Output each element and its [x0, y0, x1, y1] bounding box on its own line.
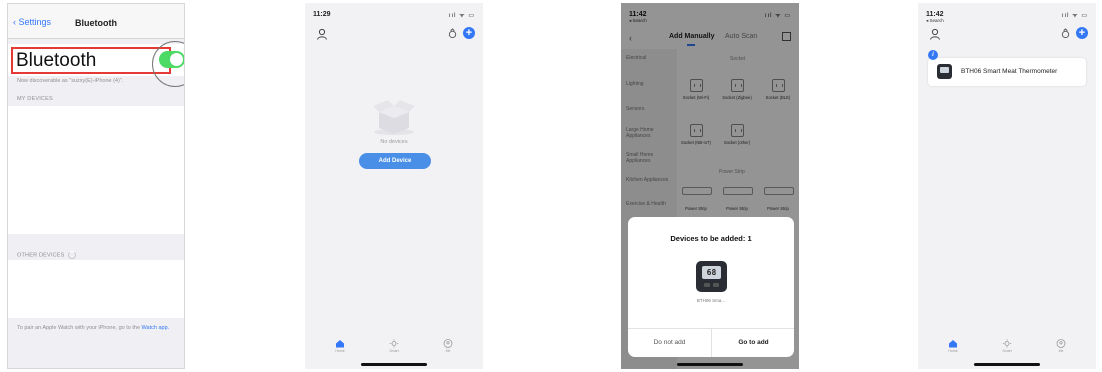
status-icons: ııl ᯤ ▭	[1061, 13, 1088, 19]
tab-home-label: Home	[335, 349, 345, 353]
home-indicator	[361, 363, 427, 366]
tab-smart-label: Smart	[389, 349, 399, 353]
thermometer-button	[704, 283, 710, 287]
me-face-icon	[1056, 339, 1066, 348]
do-not-add-button[interactable]: Do not add	[628, 329, 711, 357]
home-indicator	[974, 363, 1040, 366]
tab-me[interactable]: Me	[433, 339, 463, 353]
status-icons: ııl ᯤ ▭	[448, 13, 475, 19]
other-devices-label: OTHER DEVICES	[17, 252, 65, 259]
voice-assistant-icon[interactable]	[1060, 28, 1071, 39]
other-devices-list	[8, 260, 184, 318]
status-time: 11:42	[926, 11, 944, 18]
tab-smart[interactable]: Smart	[992, 339, 1022, 353]
found-device-name: BTH06 Sma...	[696, 298, 726, 303]
my-devices-list	[8, 106, 184, 234]
tab-home-label: Home	[948, 349, 958, 353]
add-device-button[interactable]: Add Device	[359, 153, 431, 169]
tab-smart[interactable]: Smart	[379, 339, 409, 353]
discoverable-text: Now discoverable as "suzxy(E)-iPhone (4)…	[17, 78, 124, 84]
add-manually-modal-screen: 11:42 ııl ᯤ ▭ ◂ Search ‹ Add Manually Au…	[621, 3, 799, 369]
voice-assistant-icon[interactable]	[447, 28, 458, 39]
app-empty-home-screen: 11:29 ııl ᯤ ▭ + No devices Add Device Ho…	[305, 3, 483, 369]
modal-actions: Do not add Go to add	[628, 328, 794, 357]
device-card[interactable]: BTH06 Smart Meat Thermometer	[928, 58, 1086, 86]
toggle-callout-circle	[152, 41, 184, 87]
smart-sun-icon	[389, 339, 399, 348]
tab-smart-label: Smart	[1002, 349, 1012, 353]
user-icon[interactable]	[929, 28, 941, 40]
thermometer-display: 68	[702, 266, 721, 279]
tab-me-label: Me	[1058, 349, 1064, 353]
nav-bar: ‹ Settings Bluetooth	[8, 4, 184, 39]
my-devices-header: MY DEVICES	[17, 96, 53, 102]
me-face-icon	[443, 339, 453, 348]
other-devices-header: OTHER DEVICES	[17, 251, 76, 259]
thermometer-device-icon	[937, 64, 952, 79]
home-icon	[336, 340, 344, 348]
loading-spinner-icon	[67, 251, 76, 259]
search-back-link[interactable]: ◂ Search	[926, 18, 944, 24]
add-device-plus-icon[interactable]: +	[1076, 27, 1088, 39]
device-card-name: BTH06 Smart Meat Thermometer	[961, 68, 1058, 75]
ios-bluetooth-settings-screen: ‹ Settings Bluetooth Bluetooth Now disco…	[7, 3, 185, 369]
app-device-list-screen: 11:42 ııl ᯤ ▭ ◂ Search + BTH06 Smart Mea…	[918, 3, 1096, 369]
thermometer-device-icon[interactable]: 68	[696, 261, 727, 292]
apple-watch-footnote: To pair an Apple Watch with your iPhone,…	[17, 324, 177, 332]
go-to-add-button[interactable]: Go to add	[712, 329, 794, 357]
tab-me[interactable]: Me	[1046, 339, 1076, 353]
thermometer-display	[940, 67, 949, 73]
empty-box-illustration-icon	[373, 100, 415, 135]
modal-title: Devices to be added: 1	[670, 234, 752, 243]
info-badge-icon: i	[928, 50, 938, 60]
no-devices-text: No devices	[380, 139, 408, 145]
devices-to-add-modal: Devices to be added: 1 68 BTH06 Sma... D…	[628, 217, 794, 357]
add-device-plus-icon[interactable]: +	[463, 27, 475, 39]
tab-home[interactable]: Home	[938, 339, 968, 353]
watch-app-link[interactable]: Watch app.	[142, 325, 170, 331]
user-icon[interactable]	[316, 28, 328, 40]
home-icon	[949, 340, 957, 348]
smart-sun-icon	[1002, 339, 1012, 348]
status-time: 11:29	[313, 11, 331, 18]
thermometer-button	[713, 283, 719, 287]
nav-title: Bluetooth	[75, 18, 117, 28]
tab-me-label: Me	[445, 349, 451, 353]
bluetooth-label: Bluetooth	[16, 50, 97, 71]
tab-home[interactable]: Home	[325, 339, 355, 353]
home-indicator	[677, 363, 743, 366]
footnote-text: To pair an Apple Watch with your iPhone,…	[17, 325, 141, 331]
